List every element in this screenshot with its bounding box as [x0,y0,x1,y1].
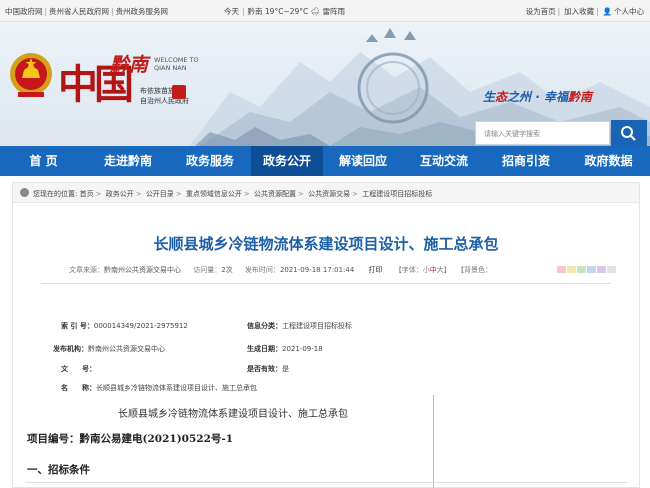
nav-gov-data[interactable]: 政府数据 [567,146,650,176]
crumb-bidding[interactable]: 工程建设项目招标投标 [362,190,432,198]
font-medium-button[interactable]: 中 [430,266,437,274]
search-icon [621,126,636,141]
font-large-button[interactable]: 大 [437,266,444,274]
nav-gov-disclosure[interactable]: 政务公开 [251,146,323,176]
top-bar: 中国政府网 | 贵州省人民政府网 | 贵州政务服务网 今天 | 黔南 19°C~29°C 🌧… [0,0,650,22]
top-right-links: 设为首页 | 加入收藏 | 👤 个人中心 [525,7,644,16]
article-meta: 文章来源：黔南州公共资源交易中心 访问量：2次 发布时间：2021-09-18 … [69,266,492,274]
crumb-public-resources[interactable]: 公共资源配置 [254,190,296,198]
swatch-pink[interactable] [557,266,566,273]
main-nav: 首 页 走进黔南 政务服务 政务公开 解读回应 互动交流 招商引资 政府数据 [0,146,650,176]
add-favorite-link[interactable]: 加入收藏 [564,7,594,16]
info-name: 名 称：长顺县城乡冷链物流体系建设项目设计、施工总承包 [61,384,257,392]
info-index: 索 引 号：000014349/2021-2975912 [61,322,188,330]
swatch-gray[interactable] [607,266,616,273]
swatch-yellow[interactable] [567,266,576,273]
weather-text: 黔南 19°C~29°C 🌧 雷阵雨 [247,7,346,16]
info-publisher: 发布机构：黔南州公共资源交易中心 [53,345,165,353]
background-color-swatches [557,266,617,275]
link-china-gov[interactable]: 中国政府网 [5,7,43,16]
search-button[interactable] [611,120,647,146]
print-button[interactable]: 打印 [369,266,383,274]
crumb-home[interactable]: 首页 [80,190,94,198]
seal-icon [172,85,186,99]
nav-interaction[interactable]: 互动交流 [403,146,485,176]
crumb-catalog[interactable]: 公开目录 [146,190,174,198]
section-heading: 一、招标条件 [27,464,90,476]
swatch-purple[interactable] [597,266,606,273]
breadcrumb: 您现在的位置: 首页 > 政务公开 > 公开目录 > 重点领域信息公开 > 公共资源配置… [13,183,639,203]
font-small-button[interactable]: 小 [423,266,430,274]
link-guizhou-gov[interactable]: 贵州省人民政府网 [49,7,109,16]
header-banner: 中国 黔南 WELCOME TO QIAN NAN 布依族苗族 自治州人民政府 … [0,22,650,146]
crumb-key-areas[interactable]: 重点领域信息公开 [186,190,242,198]
logo-english-text: WELCOME TO QIAN NAN [154,56,199,72]
info-valid: 是否有效：是 [247,365,289,373]
logo-qiannan-text: 黔南 [110,54,149,76]
content-vertical-rule [433,395,434,488]
location-icon [20,188,29,197]
section-divider [25,482,627,483]
article-title: 长顺县城乡冷链物流体系建设项目设计、施工总承包 [153,235,499,253]
swatch-green[interactable] [577,266,586,273]
crumb-disclosure[interactable]: 政务公开 [106,190,134,198]
info-category: 信息分类：工程建设项目招标投标 [247,322,352,330]
project-number: 项目编号：黔南公易建电(2021)0522号-1 [27,433,234,445]
crumb-resource-trading[interactable]: 公共资源交易 [308,190,350,198]
swatch-blue[interactable] [587,266,596,273]
nav-gov-services[interactable]: 政务服务 [169,146,251,176]
link-guizhou-service[interactable]: 贵州政务服务网 [116,7,169,16]
info-doc-number: 文 号： [61,365,96,373]
article-time: 2021-09-18 17:01:44 [279,266,355,274]
meta-divider [41,283,611,284]
nav-home[interactable]: 首 页 [0,146,87,176]
search-input[interactable]: 请输入关键字搜索 [475,121,610,145]
nav-investment[interactable]: 招商引资 [485,146,567,176]
article-views: 2次 [221,266,233,274]
slogan: 生态之州 · 幸福黔南 [483,90,592,104]
document-title: 长顺县城乡冷链物流体系建设项目设计、施工总承包 [118,409,348,420]
article-source: 黔南州公共资源交易中心 [104,266,181,274]
article-panel: 您现在的位置: 首页 > 政务公开 > 公开目录 > 重点领域信息公开 > 公共资源配置… [12,182,640,488]
nav-about-qiannan[interactable]: 走进黔南 [87,146,169,176]
info-date: 生成日期：2021-09-18 [247,345,323,353]
personal-center-link[interactable]: 个人中心 [614,7,644,16]
nav-interpretation[interactable]: 解读回应 [323,146,403,176]
user-icon: 👤 [602,7,612,16]
set-homepage-link[interactable]: 设为首页 [526,7,556,16]
weather-label: 今天 [224,7,239,16]
weather-bar: 今天 | 黔南 19°C~29°C 🌧 雷阵雨 [224,7,346,16]
national-emblem-icon [8,50,54,100]
gov-links: 中国政府网 | 贵州省人民政府网 | 贵州政务服务网 [5,7,169,16]
